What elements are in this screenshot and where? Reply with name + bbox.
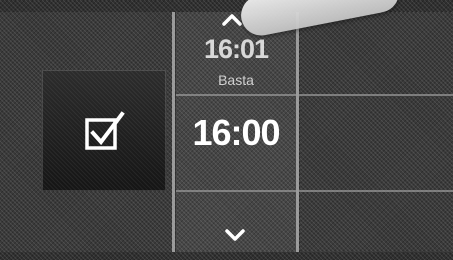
column-divider [172, 12, 175, 252]
right-panel [300, 12, 453, 252]
chevron-down-icon [225, 229, 245, 241]
time-caption: Basta [218, 72, 254, 88]
time-picker-screen: 16:01 Basta 16:00 [0, 0, 453, 260]
scroll-up-button[interactable] [221, 13, 243, 32]
selection-line-top [176, 94, 453, 96]
next-time-value[interactable]: 16:01 [176, 34, 296, 65]
selected-time-value[interactable]: 16:00 [176, 112, 296, 154]
column-divider [296, 12, 299, 252]
confirm-button[interactable] [42, 70, 166, 191]
scroll-down-button[interactable] [224, 228, 246, 247]
checkbox-check-icon [85, 111, 125, 150]
selection-line-bottom [176, 190, 453, 192]
chevron-up-icon [222, 14, 242, 26]
